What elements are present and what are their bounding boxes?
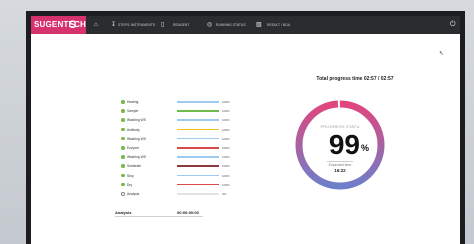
step-percent: 100%	[222, 118, 230, 123]
brand-name: SUGENTECH	[34, 20, 87, 29]
step-label: Enzyme	[127, 146, 139, 150]
total-progress-title: Total progress time 02:57 / 02:57	[316, 76, 394, 82]
step-progress-bar	[177, 101, 219, 103]
home-icon[interactable]: ⌂	[94, 21, 98, 29]
step-complete-icon	[121, 155, 125, 159]
step-label: Substrate	[127, 164, 142, 169]
step-progress-fill	[177, 119, 219, 121]
step-complete-icon	[121, 136, 125, 141]
mouse-cursor-icon: ↖	[439, 51, 445, 57]
brand-mark-icon: S	[69, 19, 77, 31]
step-label: Sample	[127, 109, 139, 114]
step-complete-icon	[121, 118, 125, 122]
step-progress-bar	[177, 110, 219, 112]
reagent-icon: ▯	[161, 22, 165, 28]
step-progress-fill	[177, 137, 219, 140]
step-percent: 100%	[222, 100, 230, 104]
expected-time-label: Expected time	[328, 163, 352, 167]
step-label: Stop	[127, 173, 134, 178]
power-icon[interactable]: ⏻	[450, 20, 456, 29]
step-percent: 100%	[222, 182, 230, 187]
nav-item-instruments[interactable]: STEP/1 INSTRUMENTS	[118, 16, 155, 34]
step-progress-bar	[177, 165, 219, 167]
step-label: Dry	[127, 182, 133, 187]
divider	[115, 216, 203, 217]
step-progress-bar	[177, 137, 219, 140]
download-icon: ↧	[111, 22, 117, 28]
step-percent: 100%	[222, 136, 230, 141]
step-complete-icon	[121, 182, 125, 187]
top-nav-bar: SUGENTECH S ⌂ ↧ STEP/1 INSTRUMENTS ▯ REA…	[31, 16, 460, 34]
step-progress-fill	[177, 183, 219, 186]
step-complete-icon	[121, 127, 125, 132]
expected-time-value: 16:22	[334, 168, 346, 173]
step-percent: 100%	[222, 127, 230, 132]
step-percent: 100%	[222, 164, 230, 169]
step-complete-icon	[121, 100, 125, 104]
step-progress-fill	[177, 110, 219, 112]
step-percent: 0%	[222, 192, 227, 196]
nav-item-reagent[interactable]: REAGENT	[173, 16, 189, 34]
brand-logo: SUGENTECH S	[31, 16, 86, 34]
monitor-frame: SUGENTECH S ⌂ ↧ STEP/1 INSTRUMENTS ▯ REA…	[26, 11, 465, 244]
step-label: Analysis	[127, 192, 140, 196]
step-label: Antibody	[127, 127, 140, 132]
step-percent: 100%	[222, 155, 230, 160]
step-percent: 100%	[222, 109, 230, 114]
step-progress-bar	[177, 174, 219, 177]
step-label: Washing WS	[127, 136, 146, 141]
step-complete-icon	[121, 109, 125, 113]
step-label: Heating	[127, 100, 139, 104]
step-progress-fill	[177, 156, 219, 158]
step-complete-icon	[121, 164, 125, 168]
nav-item-running-status[interactable]: RUNNING STATUS	[216, 16, 246, 34]
step-percent: 100%	[222, 146, 230, 150]
step-progress-fill	[177, 165, 219, 167]
nav-item-result[interactable]: RESULT / BGA	[267, 16, 290, 34]
analysis-time: 00:00:00:00	[177, 210, 199, 215]
step-progress-bar	[177, 193, 219, 195]
progress-value: 99	[328, 129, 360, 160]
step-progress-bar	[177, 147, 219, 149]
status-icon: ◎	[207, 22, 213, 28]
step-progress-fill	[177, 147, 219, 149]
analysis-label: Analysis	[115, 210, 132, 215]
step-progress-bar	[177, 128, 219, 131]
step-complete-icon	[121, 146, 125, 150]
step-progress-bar	[177, 119, 219, 121]
step-percent: 100%	[222, 173, 230, 178]
step-progress-bar	[177, 156, 219, 158]
screen: SUGENTECH S ⌂ ↧ STEP/1 INSTRUMENTS ▯ REA…	[31, 16, 460, 244]
step-label: Washing WS	[127, 155, 146, 160]
step-pending-icon	[121, 192, 125, 196]
document-icon: ▧	[256, 22, 262, 28]
step-complete-icon	[121, 173, 125, 178]
step-progress-fill	[177, 174, 219, 177]
step-progress-bar	[177, 183, 219, 186]
step-progress-fill	[177, 128, 219, 131]
percent-sign: %	[361, 143, 370, 153]
expected-divider	[327, 161, 353, 162]
step-progress-fill	[177, 101, 219, 103]
step-label: Washing WS	[127, 118, 146, 123]
